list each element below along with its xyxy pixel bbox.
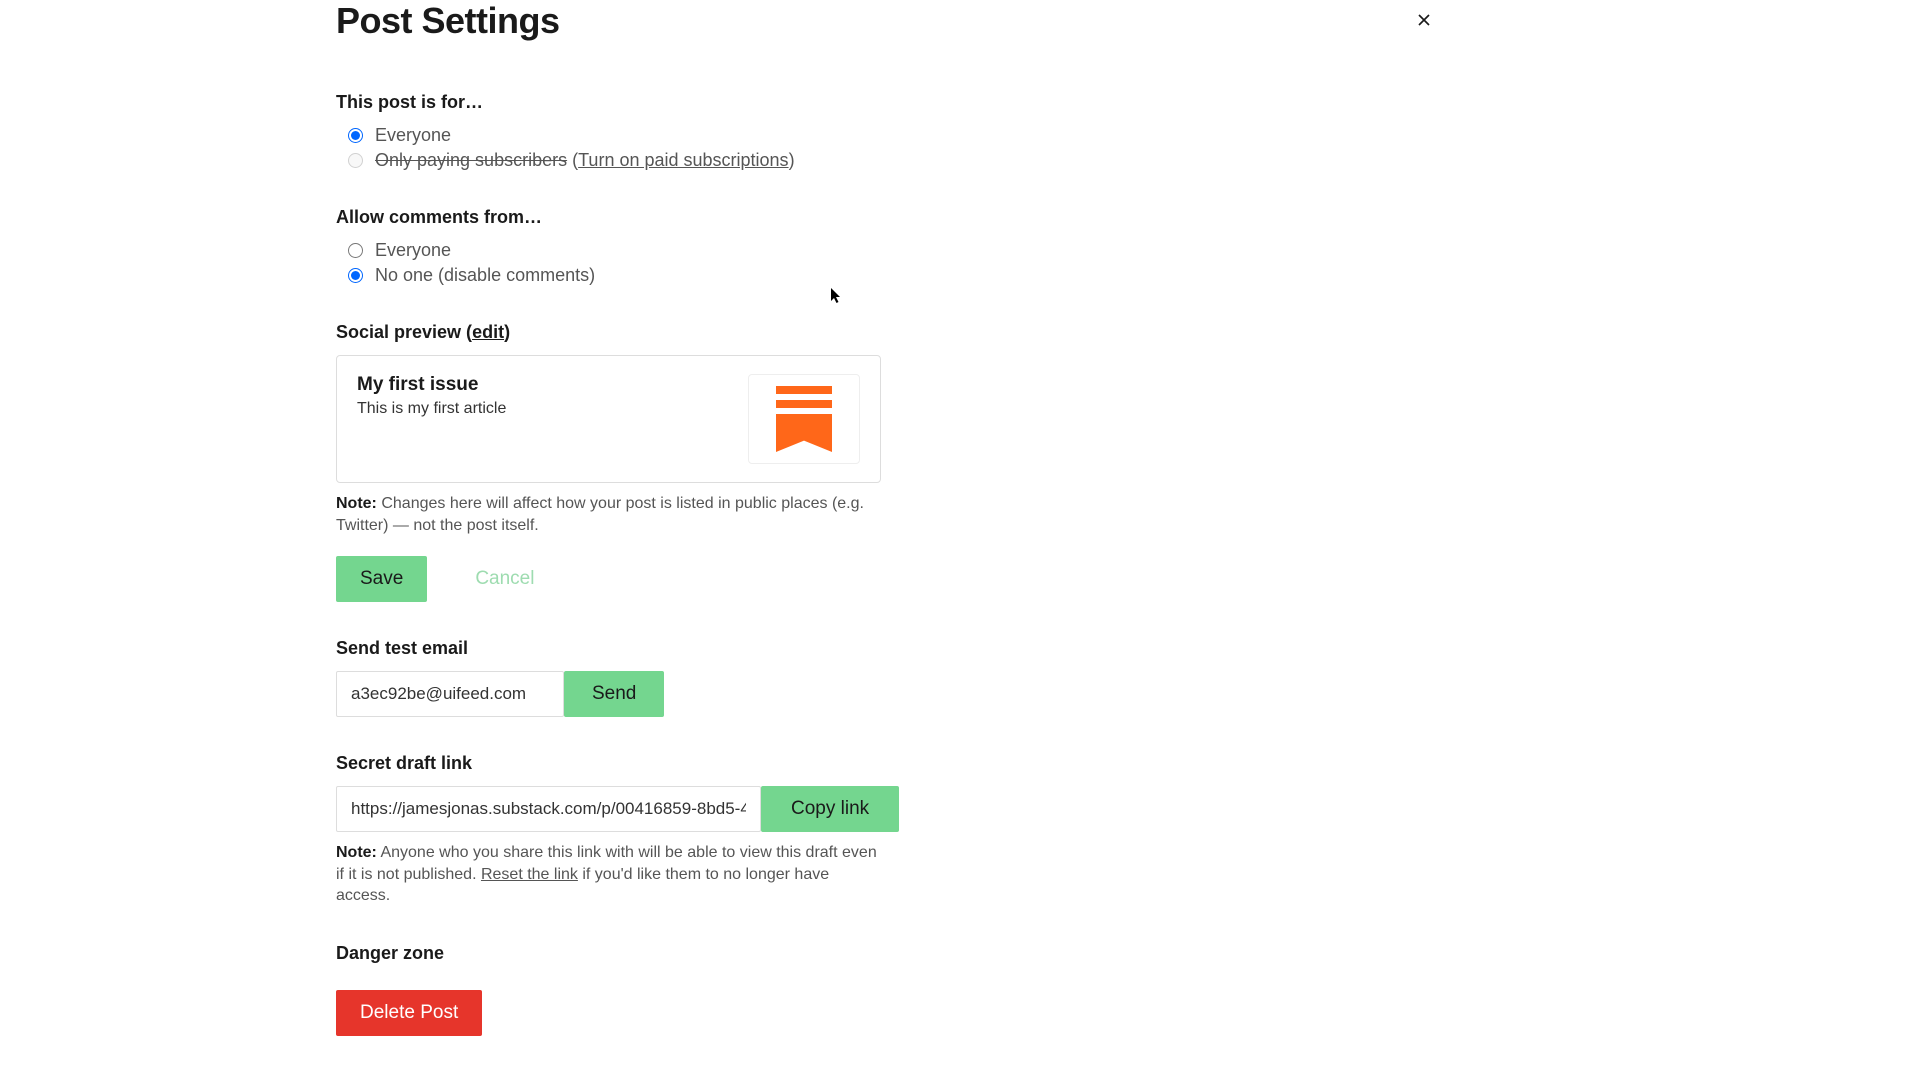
draft-link-input[interactable] bbox=[336, 786, 761, 832]
social-preview-section: Social preview (edit) My first issue Thi… bbox=[336, 322, 1146, 602]
danger-zone-heading: Danger zone bbox=[336, 943, 1146, 964]
social-preview-heading-prefix: Social preview ( bbox=[336, 322, 472, 342]
note-label: Note: bbox=[336, 495, 377, 512]
close-button[interactable] bbox=[1412, 8, 1436, 32]
preview-description: This is my first article bbox=[357, 400, 732, 418]
comments-everyone-radio[interactable] bbox=[348, 243, 363, 258]
audience-everyone-label[interactable]: Everyone bbox=[375, 125, 451, 146]
mouse-cursor-icon bbox=[831, 288, 843, 304]
page-title: Post Settings bbox=[336, 0, 1146, 42]
audience-paying-text: Only paying subscribers bbox=[375, 150, 567, 170]
preview-thumbnail bbox=[748, 374, 860, 464]
comments-noone-radio[interactable] bbox=[348, 268, 363, 283]
reset-link[interactable]: Reset the link bbox=[481, 866, 578, 883]
audience-everyone-radio[interactable] bbox=[348, 128, 363, 143]
comments-heading: Allow comments from… bbox=[336, 207, 1146, 228]
preview-title: My first issue bbox=[357, 374, 732, 396]
test-email-heading: Send test email bbox=[336, 638, 1146, 659]
social-preview-edit-link[interactable]: edit bbox=[472, 322, 504, 342]
note-body: Changes here will affect how your post i… bbox=[336, 495, 864, 534]
audience-paying-radio bbox=[348, 153, 363, 168]
social-preview-heading-suffix: ) bbox=[504, 322, 510, 342]
send-button[interactable]: Send bbox=[564, 671, 664, 717]
social-preview-note: Note: Changes here will affect how your … bbox=[336, 493, 881, 536]
cancel-button[interactable]: Cancel bbox=[451, 556, 558, 602]
draft-note-label: Note: bbox=[336, 844, 377, 861]
substack-logo-icon bbox=[776, 386, 832, 452]
draft-link-note: Note: Anyone who you share this link wit… bbox=[336, 842, 881, 907]
copy-link-button[interactable]: Copy link bbox=[761, 786, 899, 832]
close-icon bbox=[1414, 10, 1434, 30]
comments-noone-label[interactable]: No one (disable comments) bbox=[375, 265, 595, 286]
audience-heading: This post is for… bbox=[336, 92, 1146, 113]
danger-zone-section: Danger zone Delete Post bbox=[336, 943, 1146, 1036]
test-email-section: Send test email Send bbox=[336, 638, 1146, 717]
draft-link-heading: Secret draft link bbox=[336, 753, 1146, 774]
comments-everyone-label[interactable]: Everyone bbox=[375, 240, 451, 261]
audience-section: This post is for… Everyone Only paying s… bbox=[336, 92, 1146, 171]
turn-on-paid-link[interactable]: Turn on paid subscriptions bbox=[578, 150, 788, 170]
test-email-input[interactable] bbox=[336, 671, 564, 717]
comments-section: Allow comments from… Everyone No one (di… bbox=[336, 207, 1146, 286]
save-button[interactable]: Save bbox=[336, 556, 427, 602]
draft-link-section: Secret draft link Copy link Note: Anyone… bbox=[336, 753, 1146, 907]
social-preview-card: My first issue This is my first article bbox=[336, 355, 881, 483]
social-preview-heading: Social preview (edit) bbox=[336, 322, 1146, 343]
delete-post-button[interactable]: Delete Post bbox=[336, 990, 482, 1036]
audience-paying-label: Only paying subscribers (Turn on paid su… bbox=[375, 150, 795, 171]
